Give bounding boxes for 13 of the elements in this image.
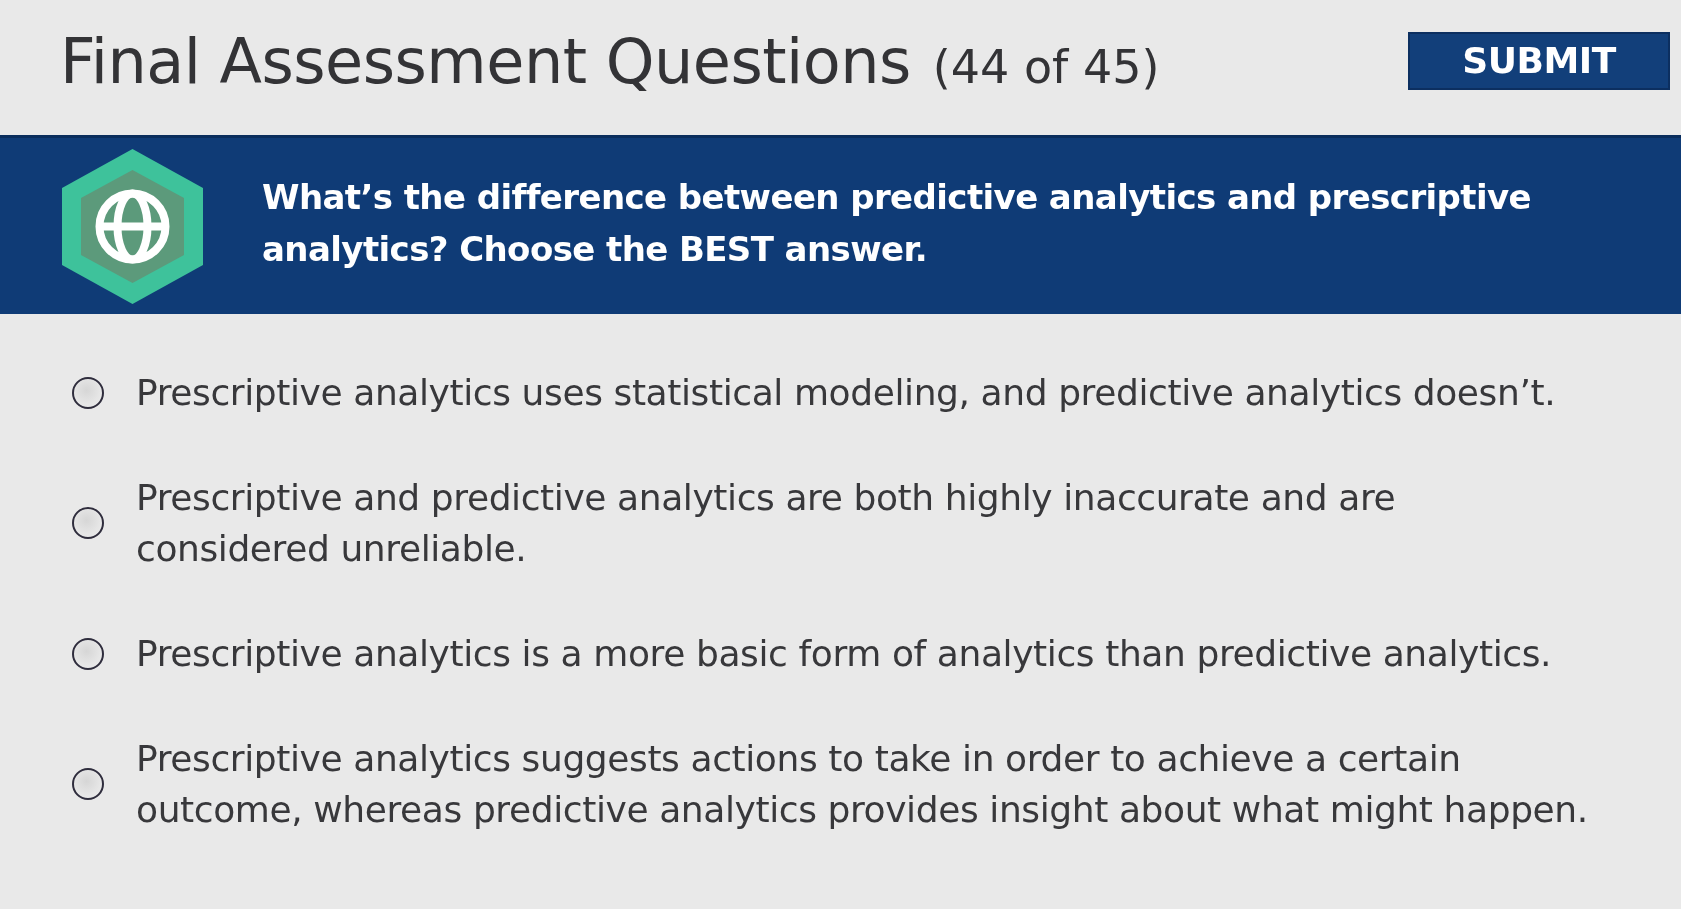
radio-button[interactable] — [72, 376, 104, 409]
answer-text: Prescriptive analytics suggests actions to take in order to achieve a certain outcome, whereas predictive analytics provides insight about what might happen. — [136, 737, 1589, 832]
answer-text: Prescriptive analytics uses statistical modeling, and predictive analytics doesn’t. — [136, 371, 1557, 415]
radio-button[interactable] — [72, 768, 104, 800]
page-title: Final Assessment Questions — [60, 25, 911, 98]
radio-button[interactable] — [72, 637, 104, 670]
answer-text: Prescriptive and predictive analytics are both highly inaccurate and are considered unreliable. — [136, 476, 1397, 571]
radio-button[interactable] — [72, 507, 104, 539]
question-counter: (44 of 45) — [932, 40, 1160, 94]
globe-hexagon-icon — [61, 147, 204, 305]
question-text: What’s the difference between predictive analytics and prescriptive analytics? Choose the BEST answer. — [262, 176, 1533, 271]
submit-button[interactable]: SUBMIT — [1408, 31, 1670, 90]
answer-text: Prescriptive analytics is a more basic form of analytics than predictive analytics. — [136, 632, 1553, 676]
